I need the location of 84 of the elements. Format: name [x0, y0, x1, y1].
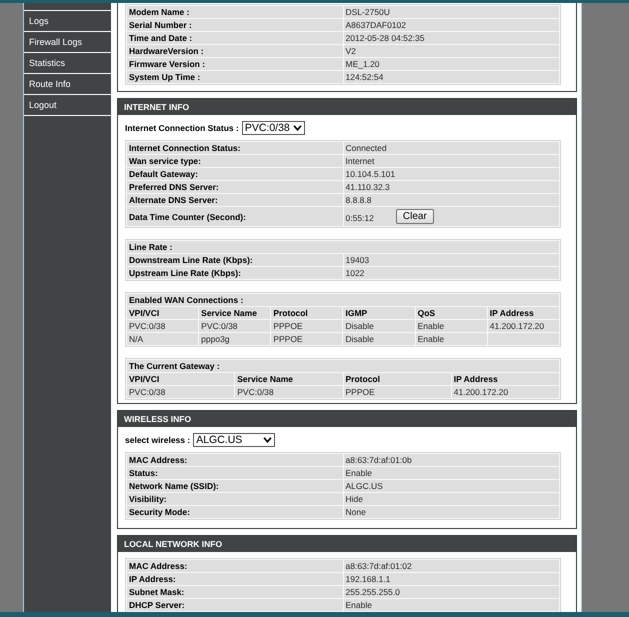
- field-label: Upstream Line Rate (Kbps):: [127, 267, 342, 279]
- field-value: a8:63:7d:af:01:0b: [344, 454, 559, 466]
- section-header: LOCAL NETWORK INFO: [118, 536, 576, 552]
- field-value: Hide: [344, 493, 559, 505]
- field-label: Alternate DNS Server:: [127, 194, 342, 206]
- section-header: WIRELESS INFO: [118, 411, 576, 427]
- field-label: Security Mode:: [127, 506, 342, 518]
- field-label: Firmware Version :: [127, 58, 342, 70]
- table-cell: Disable: [343, 333, 415, 345]
- field-label: Wan service type:: [127, 155, 342, 167]
- field-value: 41.110.32.3: [344, 181, 559, 193]
- field-label: Visibility:: [127, 493, 342, 505]
- field-label: Time and Date :: [127, 32, 342, 44]
- field-label: Status:: [127, 467, 342, 479]
- field-label: Internet Connection Status:: [127, 142, 342, 154]
- dropdown[interactable]: PVC:0/38: [242, 121, 305, 135]
- field-value: Enable: [344, 599, 559, 611]
- field-label: Serial Number :: [127, 19, 342, 31]
- field-label: Network Name (SSID):: [127, 480, 342, 492]
- field-value: Internet: [344, 155, 559, 167]
- table-cell: PVC:0/38: [235, 386, 342, 398]
- clear-button[interactable]: Clear: [396, 209, 434, 224]
- field-value: 10.104.5.101: [344, 168, 559, 180]
- column-header: Service Name: [235, 373, 342, 385]
- field-label: Data Time Counter (Second):: [127, 207, 342, 226]
- column-header: Protocol: [271, 307, 342, 319]
- field-label: Modem Name :: [127, 6, 342, 18]
- field-label: System Up Time :: [127, 71, 342, 83]
- field-value: None: [344, 506, 559, 518]
- field-label: IP Address:: [127, 573, 342, 585]
- chevron-down-icon: [292, 125, 302, 131]
- table-cell: 41.200.172.20: [452, 386, 559, 398]
- field-value: ALGC.US: [344, 480, 559, 492]
- table-cell: pppo3g: [199, 333, 270, 345]
- column-header: Protocol: [344, 373, 451, 385]
- column-header: VPI/VCI: [127, 307, 198, 319]
- column-header: QoS: [416, 307, 487, 319]
- table-title: Line Rate :: [127, 241, 559, 253]
- table-cell: N/A: [127, 333, 198, 345]
- field-value: 8.8.8.8: [344, 194, 559, 206]
- select-label: select wireless :: [125, 435, 190, 445]
- dropdown[interactable]: ALGC.US: [193, 433, 276, 447]
- chevron-down-icon: [263, 437, 272, 443]
- field-value: Connected: [344, 142, 559, 154]
- column-header: IGMP: [343, 307, 415, 319]
- column-header: IP Address: [488, 307, 559, 319]
- table-title: The Current Gateway :: [127, 360, 559, 372]
- section-header: INTERNET INFO: [118, 99, 576, 115]
- field-value: A8637DAF0102: [344, 19, 559, 31]
- field-value: Enable: [344, 467, 559, 479]
- table-cell: Disable: [343, 320, 415, 332]
- field-value: 0:55:12: [346, 212, 374, 224]
- field-label: Preferred DNS Server:: [127, 181, 342, 193]
- table-cell: PVC:0/38: [127, 320, 198, 332]
- field-value: a8:63:7d:af:01:02: [344, 560, 559, 572]
- field-label: HardwareVersion :: [127, 45, 342, 57]
- field-value: 192.168.1.1: [344, 573, 559, 585]
- field-value: DSL-2750U: [344, 6, 559, 18]
- field-label: DHCP Server:: [127, 599, 342, 611]
- table-cell: 41.200.172.20: [488, 320, 559, 332]
- field-value: 124:52:54: [344, 71, 559, 83]
- select-label: Internet Connection Status :: [125, 123, 239, 133]
- field-label: MAC Address:: [127, 560, 342, 572]
- table-cell: Enable: [416, 333, 487, 345]
- field-label: Downstream Line Rate (Kbps):: [127, 254, 342, 266]
- field-label: MAC Address:: [127, 454, 342, 466]
- table-title: Enabled WAN Connections :: [127, 294, 559, 306]
- field-value: 19403: [344, 254, 559, 266]
- table-cell: PVC:0/38: [127, 386, 234, 398]
- column-header: IP Address: [452, 373, 559, 385]
- table-cell: PPPOE: [271, 333, 342, 345]
- column-header: Service Name: [199, 307, 270, 319]
- field-value: 1022: [344, 267, 559, 279]
- field-label: Default Gateway:: [127, 168, 342, 180]
- field-value: 2012-05-28 04:52:35: [344, 32, 559, 44]
- field-value: V2: [344, 45, 559, 57]
- table-cell: PPPOE: [344, 386, 451, 398]
- field-value: 255.255.255.0: [344, 586, 559, 598]
- field-value: ME_1.20: [344, 58, 559, 70]
- table-cell: PPPOE: [271, 320, 342, 332]
- table-cell: Enable: [416, 320, 487, 332]
- table-cell: PVC:0/38: [199, 320, 270, 332]
- field-label: Subnet Mask:: [127, 586, 342, 598]
- column-header: VPI/VCI: [127, 373, 234, 385]
